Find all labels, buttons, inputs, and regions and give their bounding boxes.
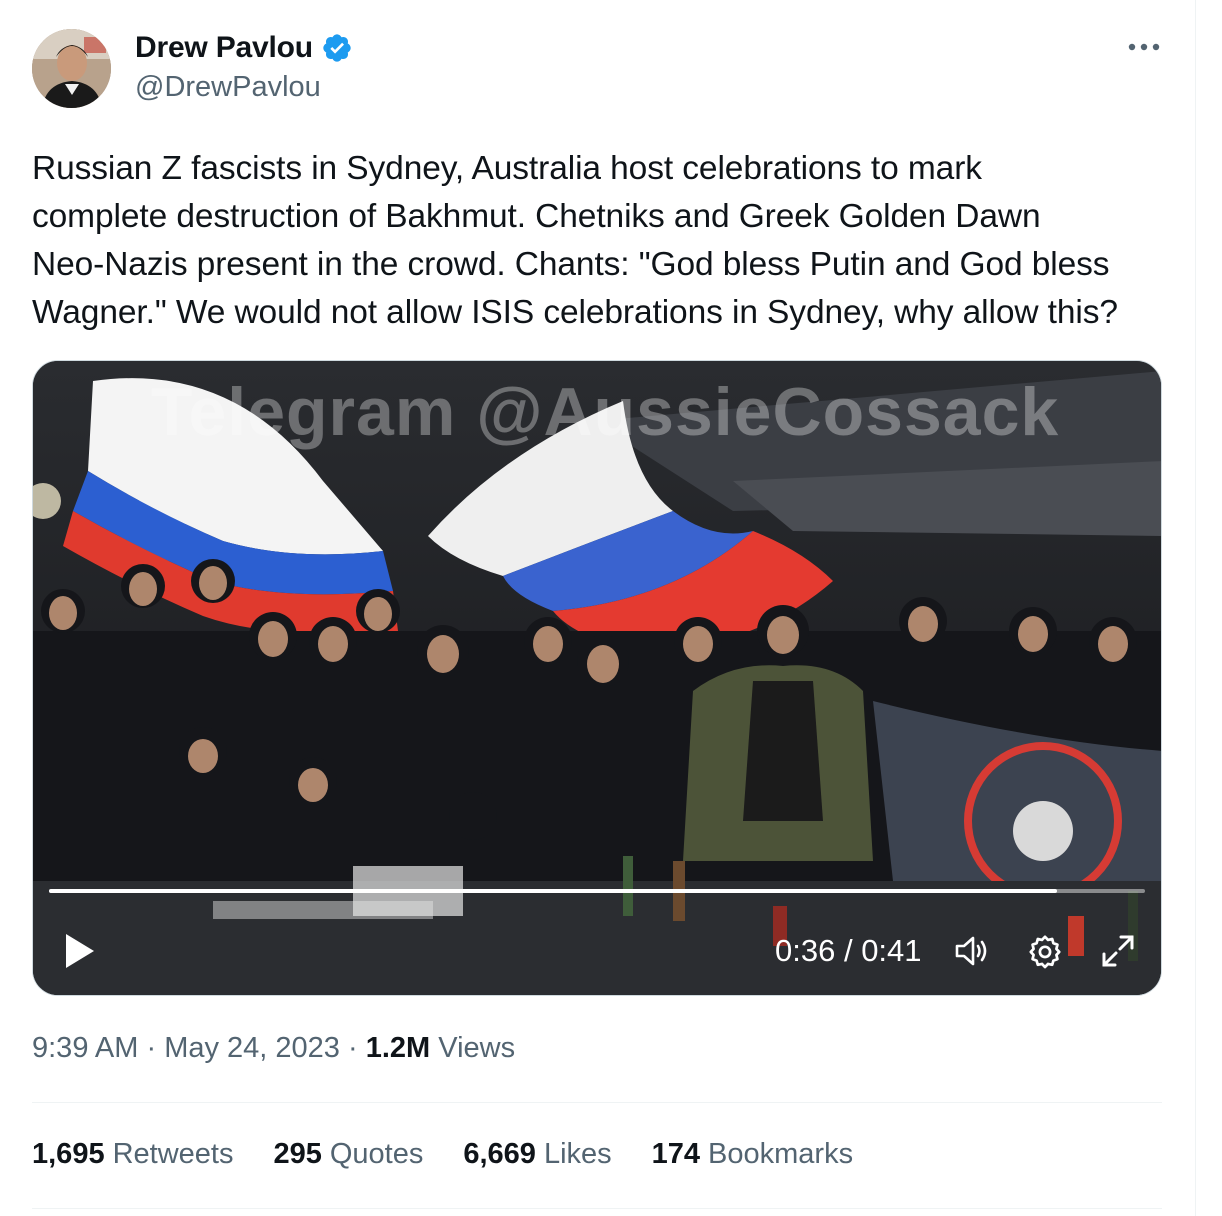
divider: [32, 1102, 1162, 1103]
video-time-separator: /: [835, 933, 862, 968]
play-icon[interactable]: [57, 929, 101, 973]
tweet-meta: 9:39 AM · May 24, 2023 · 1.2M Views: [32, 1032, 515, 1065]
fullscreen-icon[interactable]: [1096, 929, 1140, 973]
tweet-text-line: Russian Z fascists in Sydney, Australia …: [32, 150, 982, 187]
column-border: [1195, 0, 1196, 1216]
tweet-text-line: Wagner." We would not allow ISIS celebra…: [32, 294, 1118, 331]
stat-label: Retweets: [112, 1138, 234, 1170]
video-current-time: 0:36: [775, 933, 836, 968]
meta-separator: ·: [146, 1032, 157, 1064]
stat-count: 6,669: [463, 1138, 536, 1170]
stat-count: 295: [273, 1138, 322, 1170]
author-avatar[interactable]: [32, 29, 111, 108]
tweet-text-line: Neo-Nazis present in the crowd. Chants: …: [32, 246, 1110, 283]
stat-count: 174: [651, 1138, 701, 1170]
tweet-text: Russian Z fascists in Sydney, Australia …: [32, 145, 1172, 337]
video-frame: [33, 361, 1161, 995]
stat-retweets[interactable]: 1,695 Retweets: [32, 1138, 233, 1171]
video-progress-fill: [49, 889, 1058, 893]
verified-badge-icon[interactable]: [321, 32, 353, 64]
stat-likes[interactable]: 6,669 Likes: [463, 1138, 611, 1171]
tweet-text-line: complete destruction of Bakhmut. Chetnik…: [32, 198, 1041, 235]
author-name[interactable]: Drew Pavlou: [135, 31, 313, 65]
views-count: 1.2M: [365, 1032, 431, 1064]
views-label: Views: [438, 1032, 516, 1064]
tweet-time[interactable]: 9:39 AM: [32, 1032, 138, 1064]
video-duration: 0:41: [861, 933, 922, 968]
engagement-stats: 1,695 Retweets 295 Quotes 6,669 Likes 174 Bo…: [32, 1138, 893, 1171]
settings-icon[interactable]: [1023, 929, 1067, 973]
meta-separator: ·: [348, 1032, 358, 1064]
stat-label: Quotes: [329, 1138, 424, 1170]
stat-label: Likes: [543, 1138, 612, 1170]
divider: [32, 1208, 1162, 1209]
video-player[interactable]: Telegram @AussieCossack 0:36 / 0:41: [32, 360, 1162, 996]
stat-label: Bookmarks: [708, 1138, 854, 1170]
stat-bookmarks[interactable]: 174 Bookmarks: [652, 1138, 853, 1171]
more-options-icon[interactable]: [1124, 32, 1164, 62]
avatar-image: [32, 29, 111, 108]
stat-count: 1,695: [32, 1138, 105, 1170]
video-time-readout: 0:36 / 0:41: [775, 933, 922, 969]
video-watermark: Telegram @AussieCossack: [151, 374, 1060, 450]
author-handle[interactable]: @DrewPavlou: [135, 71, 321, 104]
tweet-date[interactable]: May 24, 2023: [164, 1032, 340, 1064]
stat-quotes[interactable]: 295 Quotes: [273, 1138, 423, 1171]
video-progress-bar[interactable]: [49, 889, 1145, 893]
volume-icon[interactable]: [951, 929, 995, 973]
